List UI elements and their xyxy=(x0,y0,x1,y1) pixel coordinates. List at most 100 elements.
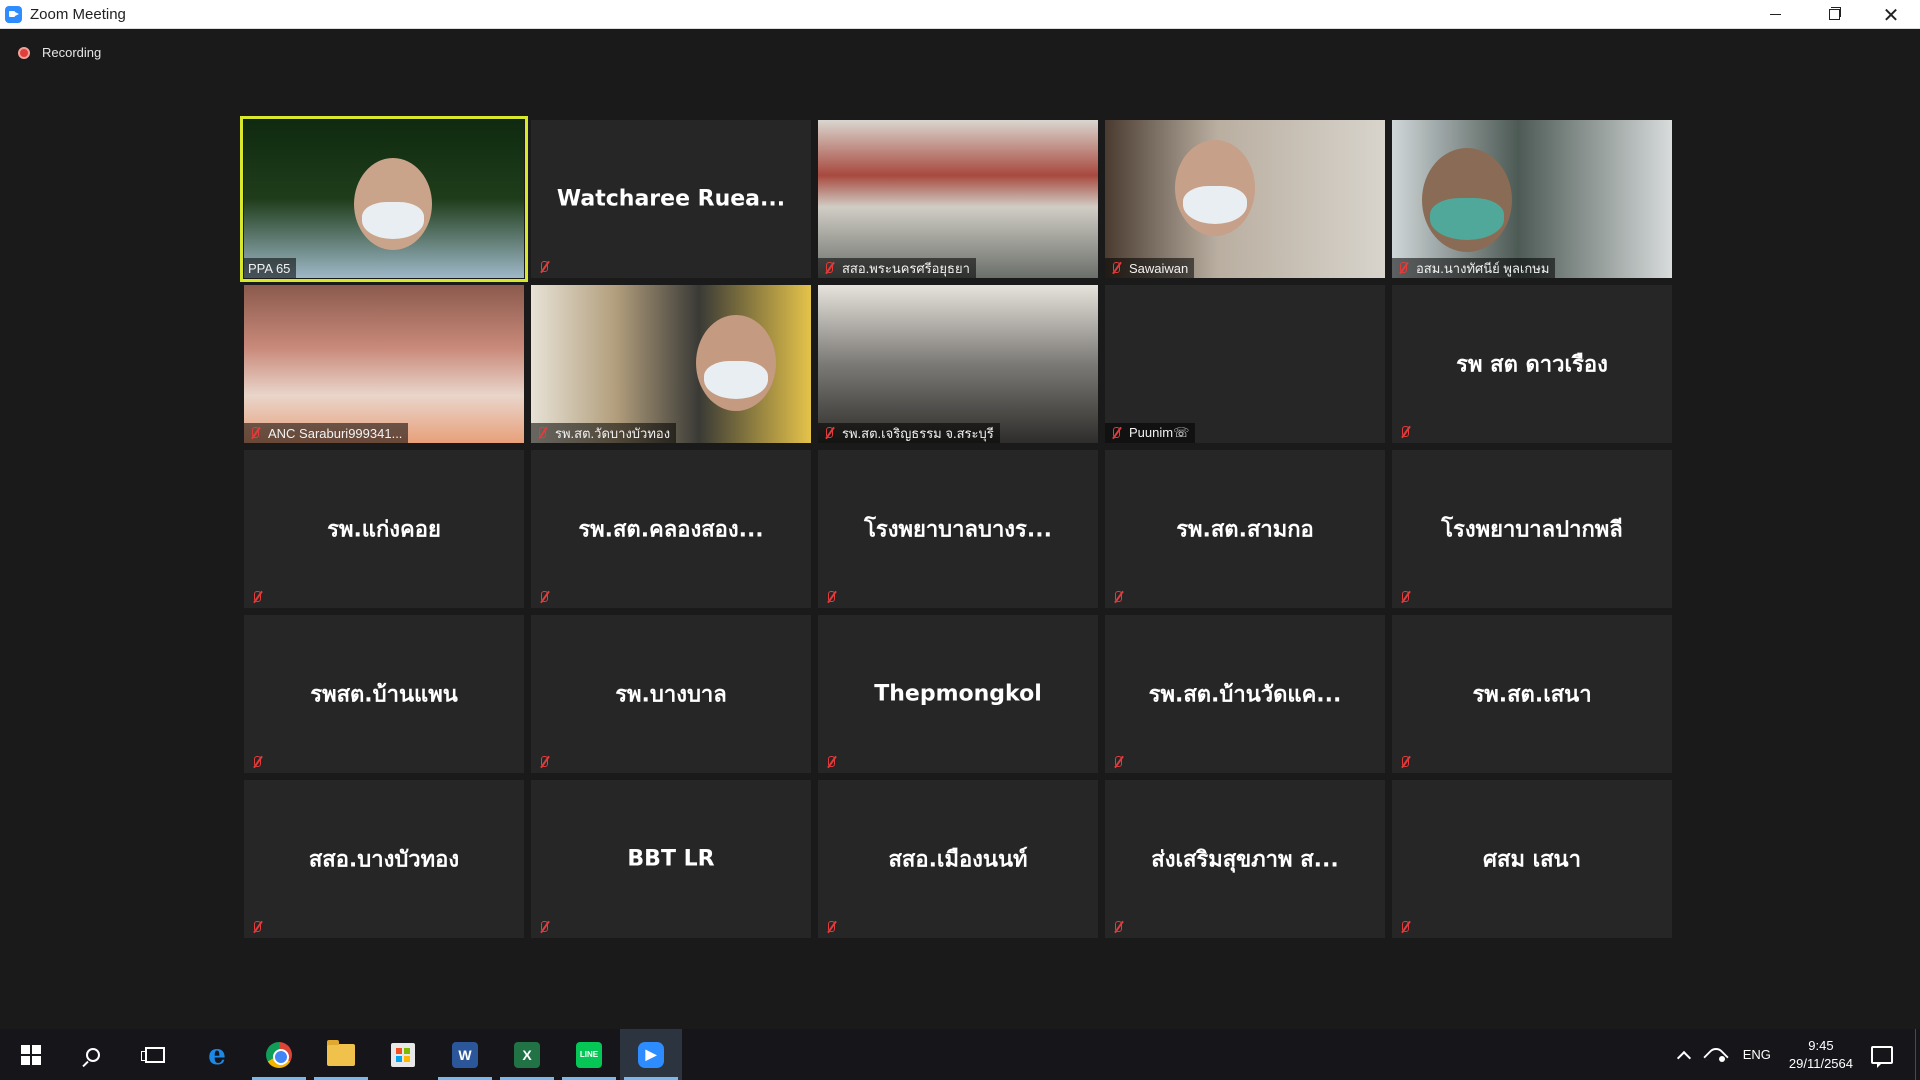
participant-video xyxy=(1392,120,1672,278)
participant-name: อสม.นางทัศนีย์ พูลเกษม xyxy=(1416,260,1550,276)
participant-name-display: สสอ.เมืองนนท์ xyxy=(888,847,1028,873)
participant-tile[interactable]: โรงพยาบาลปากพลี xyxy=(1392,450,1672,608)
participant-tile[interactable]: Thepmongkol xyxy=(818,615,1098,773)
muted-mic-icon xyxy=(537,755,551,769)
participant-video xyxy=(818,120,1098,278)
chrome-app[interactable] xyxy=(248,1029,310,1080)
zoom-app[interactable]: ▶ xyxy=(620,1029,682,1080)
line-icon: LINE xyxy=(576,1041,602,1068)
muted-mic-icon xyxy=(1109,426,1123,440)
muted-mic-icon xyxy=(250,590,264,604)
participant-video xyxy=(1105,120,1385,278)
muted-mic-icon xyxy=(1109,261,1123,275)
edge-app[interactable]: e xyxy=(186,1029,248,1080)
muted-mic-icon xyxy=(1396,261,1410,275)
participant-name-label: Puunim☏ xyxy=(1105,423,1196,443)
title-bar: Zoom Meeting ✕ xyxy=(0,0,1920,29)
face-mask xyxy=(1430,197,1504,240)
system-tray: ENG 9:45 29/11/2564 xyxy=(1661,1029,1920,1080)
minimize-button[interactable] xyxy=(1746,0,1804,29)
participant-tile[interactable]: ANC Saraburi999341... xyxy=(244,285,524,443)
task-view-button[interactable] xyxy=(124,1029,186,1080)
word-icon: W xyxy=(452,1041,478,1068)
participant-tile[interactable]: รพสต.บ้านแพน xyxy=(244,615,524,773)
window-title: Zoom Meeting xyxy=(30,5,126,23)
participant-tile[interactable]: Puunim☏ xyxy=(1105,285,1385,443)
participant-tile[interactable]: BBT LR xyxy=(531,780,811,938)
clock[interactable]: 9:45 29/11/2564 xyxy=(1789,1037,1853,1073)
participant-tile[interactable]: Watcharee Ruea... xyxy=(531,120,811,278)
store-app[interactable] xyxy=(372,1029,434,1080)
wifi-icon[interactable] xyxy=(1707,1048,1725,1062)
muted-mic-icon xyxy=(822,426,836,440)
participant-video xyxy=(818,285,1098,443)
participant-name-display: โรงพยาบาลปากพลี xyxy=(1441,517,1623,543)
participant-tile[interactable]: สสอ.เมืองนนท์ xyxy=(818,780,1098,938)
muted-mic-icon xyxy=(1111,755,1125,769)
start-button[interactable] xyxy=(0,1029,62,1080)
participant-tile[interactable]: Sawaiwan xyxy=(1105,120,1385,278)
restore-button[interactable] xyxy=(1804,0,1862,29)
participant-tile[interactable]: PPA 65 xyxy=(240,116,528,282)
participant-tile[interactable]: รพ.สต.คลองสอง... xyxy=(531,450,811,608)
participant-name-display: ส่งเสริมสุขภาพ ส... xyxy=(1151,847,1339,873)
meeting-area: Recording PPA 65 Watcharee Ruea... สสอ.พระ… xyxy=(0,29,1920,1029)
recording-indicator[interactable]: Recording xyxy=(18,45,101,60)
participant-video xyxy=(531,285,811,443)
participant-name: PPA 65 xyxy=(248,260,291,276)
notification-icon[interactable] xyxy=(1871,1045,1893,1068)
file-explorer-app[interactable] xyxy=(310,1029,372,1080)
muted-mic-icon xyxy=(1398,755,1412,769)
clock-time: 9:45 xyxy=(1808,1037,1834,1053)
participant-tile[interactable]: สสอ.พระนครศรีอยุธยา xyxy=(818,120,1098,278)
participant-name-label: ANC Saraburi999341... xyxy=(244,423,409,443)
close-button[interactable]: ✕ xyxy=(1862,0,1920,29)
participant-name-label: สสอ.พระนครศรีอยุธยา xyxy=(818,258,976,278)
participant-name-display: สสอ.บางบัวทอง xyxy=(308,847,460,873)
participant-tile[interactable]: อสม.นางทัศนีย์ พูลเกษม xyxy=(1392,120,1672,278)
participant-tile[interactable]: รพ.สต.บ้านวัดแค... xyxy=(1105,615,1385,773)
muted-mic-icon xyxy=(250,755,264,769)
participant-name-display: รพ.แก่งคอย xyxy=(327,517,441,543)
participant-tile[interactable]: รพ.แก่งคอย xyxy=(244,450,524,608)
participant-name-display: รพ.สต.เสนา xyxy=(1472,682,1592,708)
participant-name: รพ.สต.วัดบางบัวทอง xyxy=(555,425,671,441)
participant-name-display: Thepmongkol xyxy=(874,681,1042,707)
participant-tile[interactable]: โรงพยาบาลบางร... xyxy=(818,450,1098,608)
participant-name-display: รพ สต ดาวเรือง xyxy=(1456,352,1608,378)
excel-app[interactable]: X xyxy=(496,1029,558,1080)
search-button[interactable] xyxy=(62,1029,124,1080)
participant-name-display: BBT LR xyxy=(627,846,715,872)
participant-tile[interactable]: ส่งเสริมสุขภาพ ส... xyxy=(1105,780,1385,938)
participant-name: สสอ.พระนครศรีอยุธยา xyxy=(842,260,970,276)
taskbar: e W X LINE ▶ ENG 9:45 29/11/2564 xyxy=(0,1029,1920,1080)
muted-mic-icon xyxy=(1398,590,1412,604)
language-indicator[interactable]: ENG xyxy=(1743,1047,1771,1062)
search-icon xyxy=(86,1047,100,1062)
chevron-up-icon[interactable] xyxy=(1676,1050,1691,1065)
participant-tile[interactable]: ศสม เสนา xyxy=(1392,780,1672,938)
muted-mic-icon xyxy=(537,260,551,274)
participant-name-display: รพ.สต.คลองสอง... xyxy=(578,517,764,543)
participant-tile[interactable]: สสอ.บางบัวทอง xyxy=(244,780,524,938)
excel-icon: X xyxy=(514,1041,540,1068)
record-icon xyxy=(18,46,30,59)
participant-tile[interactable]: รพ.สต.เสนา xyxy=(1392,615,1672,773)
muted-mic-icon xyxy=(1111,920,1125,934)
participant-name-display: รพสต.บ้านแพน xyxy=(310,682,458,708)
participant-tile[interactable]: รพ.บางบาล xyxy=(531,615,811,773)
word-app[interactable]: W xyxy=(434,1029,496,1080)
muted-mic-icon xyxy=(250,920,264,934)
show-desktop-button[interactable] xyxy=(1915,1029,1920,1080)
participant-tile[interactable]: รพ สต ดาวเรือง xyxy=(1392,285,1672,443)
recording-label: Recording xyxy=(42,45,102,60)
participant-tile[interactable]: รพ.สต.สามกอ xyxy=(1105,450,1385,608)
line-app[interactable]: LINE xyxy=(558,1029,620,1080)
participant-name-display: รพ.บางบาล xyxy=(615,682,727,708)
muted-mic-icon xyxy=(537,590,551,604)
edge-icon: e xyxy=(208,1038,226,1071)
participant-tile[interactable]: รพ.สต.วัดบางบัวทอง xyxy=(531,285,811,443)
muted-mic-icon xyxy=(1111,590,1125,604)
participant-tile[interactable]: รพ.สต.เจริญธรรม จ.สระบุรี xyxy=(818,285,1098,443)
muted-mic-icon xyxy=(1398,425,1412,439)
